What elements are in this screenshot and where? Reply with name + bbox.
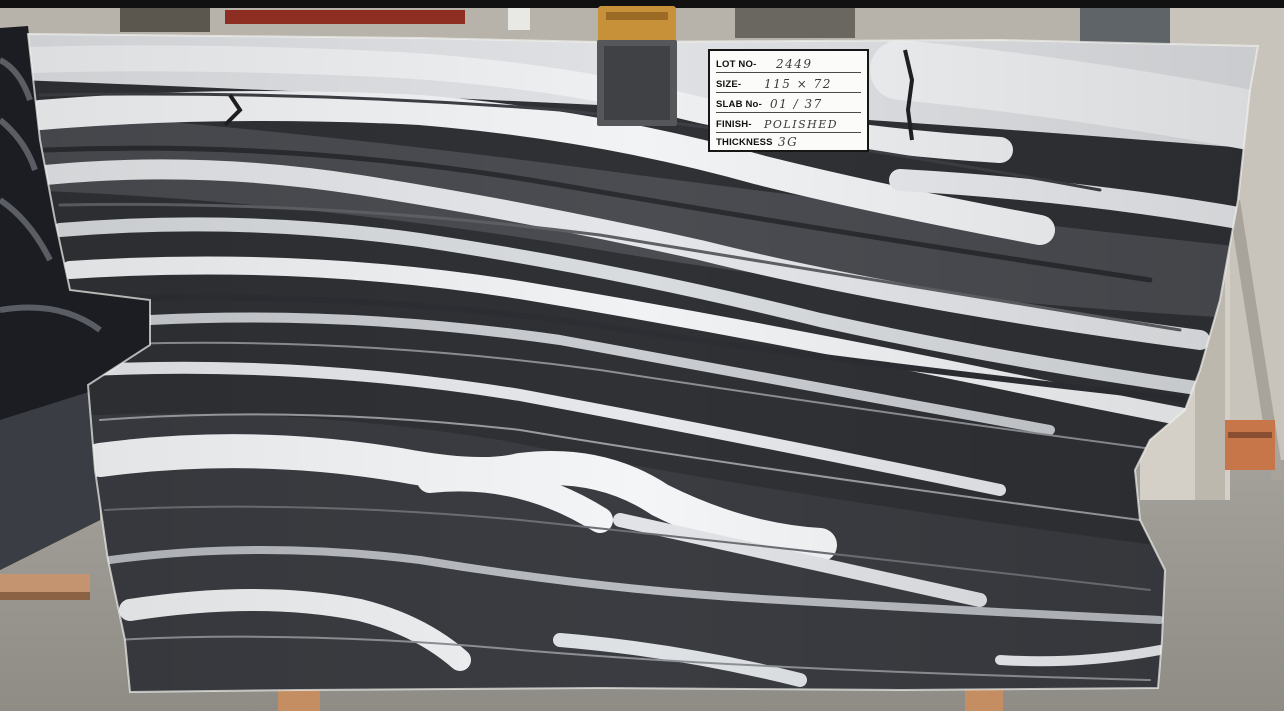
pallet-bottom-1 [278, 688, 320, 711]
tag-label-size: SIZE- [716, 79, 742, 90]
marble-slab-photo [0, 0, 1284, 711]
tag-row-slab: SLAB No- 01 / 37 [716, 93, 861, 113]
tag-label-finish: FINISH- [716, 119, 752, 130]
tag-value-slab: 01 / 37 [770, 97, 823, 111]
tag-row-finish: FINISH- POLISHED [716, 113, 861, 133]
tag-label-slab: SLAB No- [716, 99, 762, 110]
tag-label-lot: LOT NO- [716, 59, 757, 70]
tag-row-size: SIZE- 115 × 72 [716, 73, 861, 93]
tag-row-thickness: THICKNESS 3G [716, 131, 861, 150]
tag-value-finish: POLISHED [764, 118, 839, 131]
tag-value-size: 115 × 72 [764, 77, 832, 91]
tag-label-thickness: THICKNESS [716, 137, 773, 148]
tag-clip [597, 6, 677, 126]
orange-rack [1225, 420, 1275, 470]
tag-value-thickness: 3G [778, 135, 799, 149]
tag-row-lot: LOT NO- 2449 [716, 53, 861, 73]
slab-tag: LOT NO- 2449 SIZE- 115 × 72 SLAB No- 01 … [708, 49, 869, 152]
tag-value-lot: 2449 [776, 57, 813, 71]
red-beam [225, 10, 465, 24]
